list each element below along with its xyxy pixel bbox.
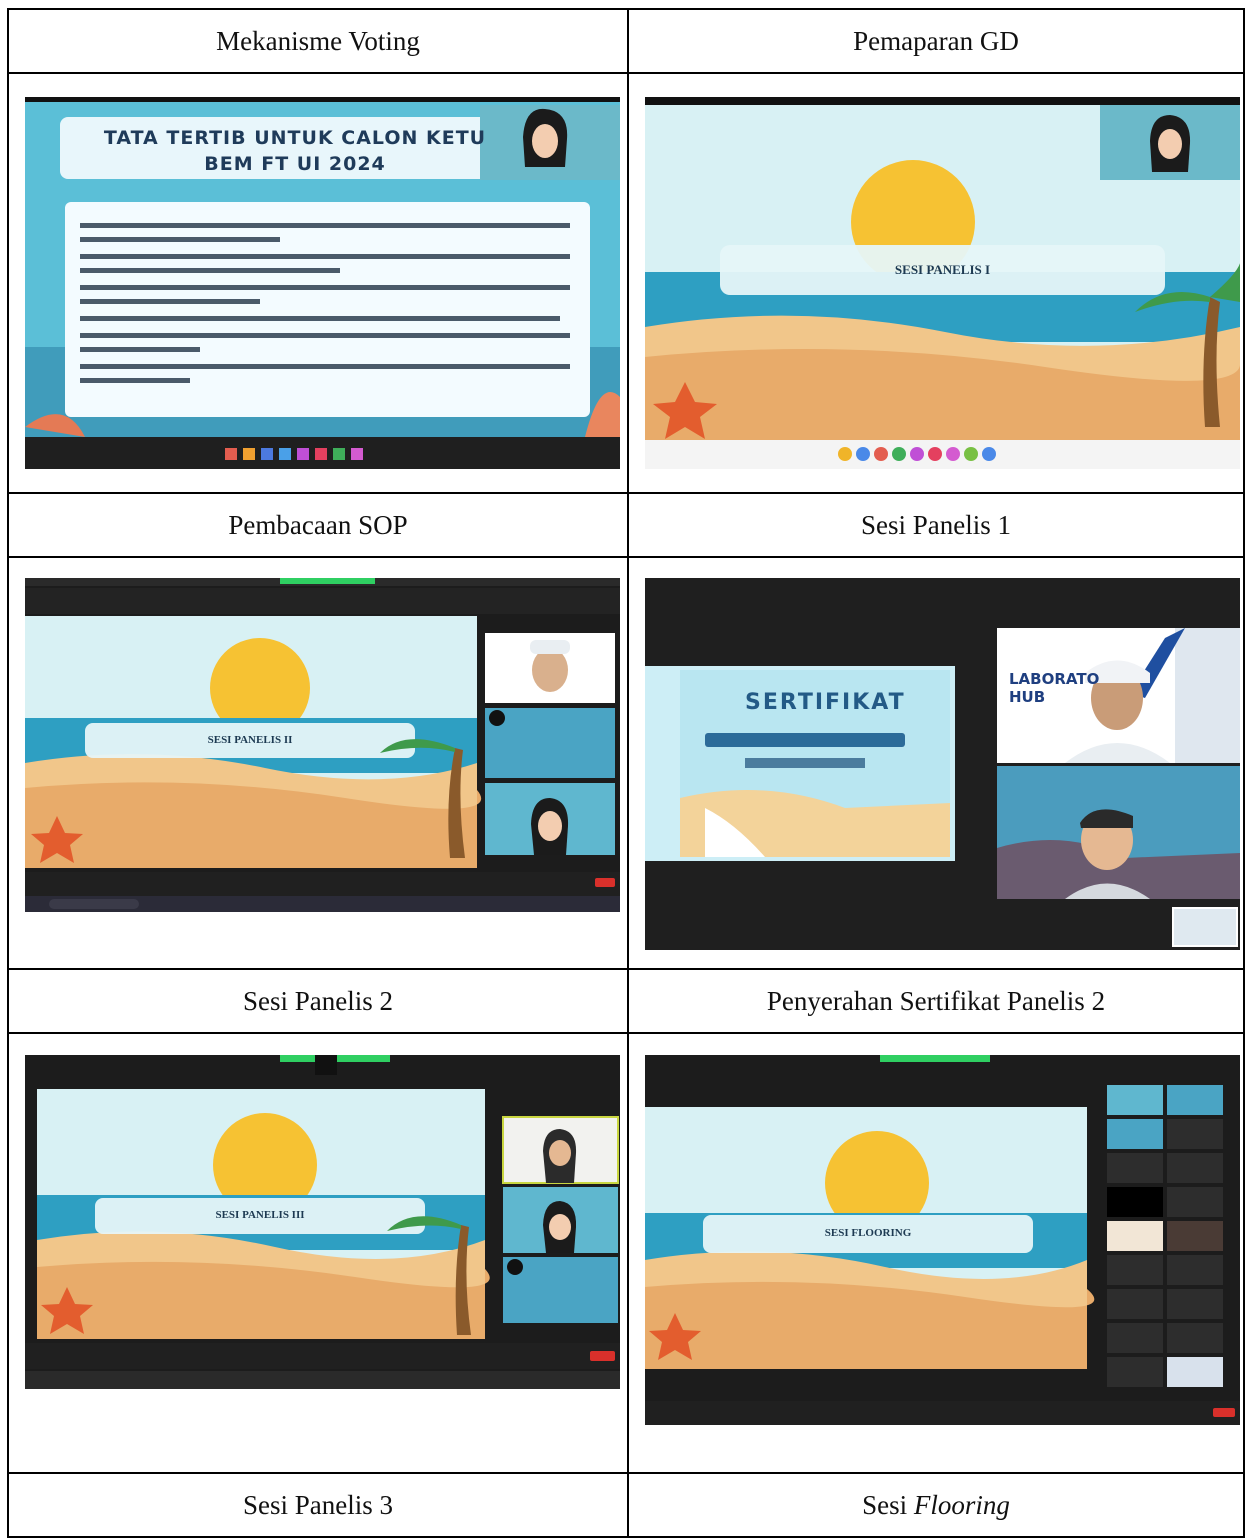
screenshot-flooring: SESI FLOORING [645,1055,1240,1425]
voting-title-line2: BEM FT UI 2024 [204,153,386,175]
photo-cell-panelis2: SESI PANELIS III [7,1032,629,1474]
photo-cell-gd: SESI PANELIS I [627,72,1245,494]
screenshot-voting: TATA TERTIB UNTUK CALON KETU BEM FT UI 2… [25,97,620,469]
photo-cell-sop: SESI PANELIS II [7,556,629,970]
caption-penyerahan-sertifikat: Penyerahan Sertifikat Panelis 2 [627,968,1245,1034]
screenshot-panelis2: SESI PANELIS III [25,1055,620,1389]
gd-banner: SESI PANELIS I [894,262,991,277]
caption-sesi-panelis-3: Sesi Panelis 3 [7,1472,629,1538]
cert-title: SERTIFIKAT [745,690,906,715]
caption-pemaparan-gd: Pemaparan GD [627,8,1245,74]
caption-sesi-prefix: Sesi [862,1489,914,1520]
lab-title: LABORATO [1009,670,1100,688]
screenshot-gd: SESI PANELIS I [645,97,1240,469]
voting-title-line1: TATA TERTIB UNTUK CALON KETU [103,127,487,149]
caption-pembacaan-sop: Pembacaan SOP [7,492,629,558]
lab-sub: HUB [1009,688,1046,706]
screenshot-sop: SESI PANELIS II [25,578,620,912]
flooring-banner: SESI FLOORING [824,1227,912,1239]
caption-sesi-panelis-2: Sesi Panelis 2 [7,968,629,1034]
photo-cell-voting: TATA TERTIB UNTUK CALON KETU BEM FT UI 2… [7,72,629,494]
caption-flooring-italic: Flooring [913,1489,1010,1520]
panelis2-banner: SESI PANELIS III [215,1209,305,1221]
caption-mekanisme-voting: Mekanisme Voting [7,8,629,74]
caption-sesi-panelis-1: Sesi Panelis 1 [627,492,1245,558]
documentation-table: Mekanisme Voting Pemaparan GD TATA TERTI… [7,8,1245,1538]
photo-cell-flooring: SESI FLOORING [627,1032,1245,1474]
screenshot-panelis1: SERTIFIKAT LABORATO HUB [645,578,1240,950]
caption-sesi-flooring: Sesi Flooring [627,1472,1245,1538]
photo-cell-panelis1: SERTIFIKAT LABORATO HUB [627,556,1245,970]
sop-banner: SESI PANELIS II [207,734,293,746]
